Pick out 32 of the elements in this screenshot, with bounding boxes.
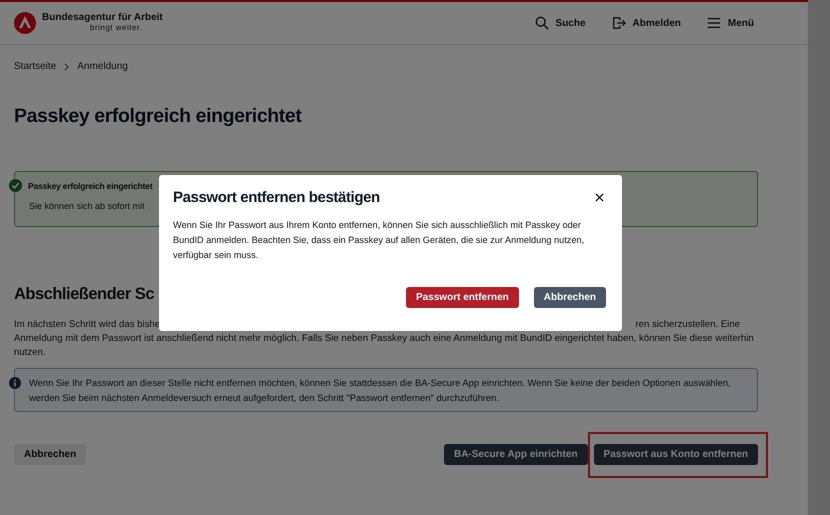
confirm-button[interactable]: Passwort entfernen — [406, 287, 519, 308]
logout-link[interactable]: Abmelden — [612, 16, 681, 30]
logo-name: Bundesagentur für Arbeit — [42, 12, 163, 23]
remove-password-button[interactable]: Passwort aus Konto entfernen — [594, 444, 758, 465]
scrollbar[interactable] — [808, 0, 830, 515]
logo-icon — [14, 12, 36, 34]
search-icon — [534, 16, 549, 30]
dialog-text: Wenn Sie Ihr Passwort aus Ihrem Konto entfernen, können Sie sich ausschließlich mit Passkey oder BundID anmelden. Beachten Sie, dass ein Passkey auf allen Geräten, die sie zur Anmeldung nutzen, verfügbar sein muss. — [173, 219, 586, 262]
check-icon — [9, 179, 22, 192]
close-icon[interactable] — [595, 193, 604, 202]
paragraph-text: ren sicherzustellen. Eine — [635, 318, 740, 332]
logo-tagline: bringt weiter. — [90, 23, 144, 32]
alert-text: Sie können sich ab sofort mit — [29, 201, 145, 211]
menu-icon — [706, 16, 721, 30]
page-title: Passkey erfolgreich eingerichtet — [14, 105, 303, 128]
dialog-title: Passwort entfernen bestätigen — [173, 189, 380, 206]
alert-title: Passkey erfolgreich eingerichtet — [28, 180, 152, 190]
section-heading: Abschließender Sc — [14, 285, 154, 304]
breadcrumb-link[interactable]: Startseite — [14, 61, 56, 72]
cancel-button[interactable]: Abbrechen — [534, 287, 606, 308]
info-text: Wenn Sie Ihr Passwort an dieser Stelle nicht entfernen möchten, können Sie stattdessen die BA-Secure App einrichten. Wenn Sie keine der beiden Optionen auswählen, werden Sie beim nächsten Anmeldeversuch erneut aufgefordert, den Schritt "Passwort entfernen" durchzuführen. — [29, 377, 731, 403]
paragraph-text: Im nächsten Schritt wird das bishe — [14, 318, 160, 332]
logout-icon — [612, 16, 626, 30]
search-link[interactable]: Suche — [534, 16, 586, 30]
paragraph-text: Anmeldung mit dem Passwort ist anschließend nicht mehr möglich. Falls Sie neben Passkey auch eine Anmeldung mit BundID eingerichtet haben, können Sie diese weiterhin — [14, 332, 755, 346]
menu-button[interactable]: Menü — [706, 16, 754, 30]
breadcrumb-link[interactable]: Anmeldung — [77, 61, 128, 72]
paragraph-text: nutzen. — [14, 346, 46, 360]
cancel-button[interactable]: Abbrechen — [14, 444, 86, 465]
info-icon — [9, 377, 21, 389]
chevron-icon — [64, 62, 70, 70]
secure-app-button[interactable]: BA-Secure App einrichten — [444, 444, 588, 465]
